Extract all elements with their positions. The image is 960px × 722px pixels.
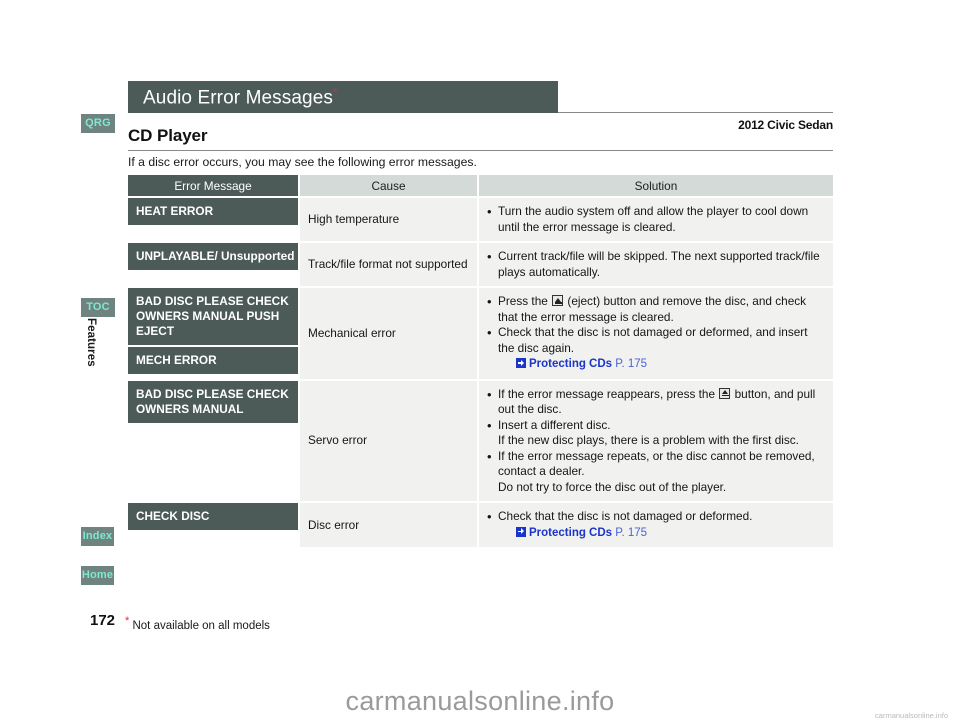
- section-title: CD Player: [128, 126, 208, 145]
- table-header-row: Error Message Cause Solution: [128, 175, 833, 196]
- cross-reference-label: Protecting CDs: [529, 526, 616, 539]
- bullet-text: Current track/file will be skipped. The …: [498, 249, 820, 279]
- error-messages-table: Error Message Cause Solution HEAT ERROR H…: [128, 175, 833, 549]
- cause-cell: Disc error: [300, 503, 477, 547]
- footnote-text: Not available on all models: [129, 619, 270, 632]
- error-message-cell: BAD DISC PLEASE CHECK OWNERS MANUAL: [128, 380, 298, 423]
- bullet-dot-icon: •: [487, 448, 492, 464]
- bullet-text: If the error message repeats, or the dis…: [498, 448, 815, 494]
- cross-reference-label: Protecting CDs: [529, 358, 616, 370]
- solution-cell: • Check that the disc is not damaged or d…: [479, 503, 833, 547]
- solution-bullet: • Turn the audio system off and allow the…: [487, 204, 823, 235]
- manual-page: QRG TOC Index Home Features Audio Error …: [0, 0, 960, 722]
- error-message-cell-group: BAD DISC PLEASE CHECK OWNERS MANUAL: [128, 380, 298, 502]
- bullet-text: If the error message reappears, press th…: [498, 386, 816, 417]
- bullet-dot-icon: •: [487, 294, 492, 309]
- solution-bullet: • If the error message reappears, press t…: [487, 387, 823, 418]
- table-row: UNPLAYABLE/ Unsupported Track/file format…: [128, 243, 833, 286]
- solution-bullet: • If the error message repeats, or the di…: [487, 449, 823, 496]
- cross-reference-link[interactable]: Protecting CDs P. 175: [516, 525, 647, 539]
- bullet-text: Turn the audio system off and allow the …: [498, 204, 809, 234]
- cell-spacer: [128, 225, 298, 241]
- error-message-cell: UNPLAYABLE/ Unsupported: [128, 243, 298, 270]
- bullet-dot-icon: •: [487, 325, 492, 340]
- eject-icon: [552, 295, 564, 306]
- error-message-cell: BAD DISC PLEASE CHECK OWNERS MANUAL PUSH…: [128, 288, 298, 345]
- page-title-banner: Audio Error Messages*: [128, 81, 558, 113]
- bullet-dot-icon: •: [487, 249, 492, 264]
- bullet-text: Check that the disc is not damaged or de…: [498, 325, 808, 370]
- table-row: HEAT ERROR High temperature • Turn the audi…: [128, 198, 833, 241]
- error-message-cell-group: CHECK DISC: [128, 503, 298, 547]
- bullet-subline: Do not try to force the disc out of the …: [498, 479, 727, 494]
- nav-button-qrg[interactable]: QRG: [81, 114, 115, 133]
- cause-cell: Servo error: [300, 380, 477, 501]
- solution-bullet: • Check that the disc is not damaged or d…: [487, 325, 823, 373]
- model-name: 2012 Civic Sedan: [738, 118, 833, 132]
- table-row: CHECK DISC Disc error • Check that the disc…: [128, 503, 833, 547]
- cause-cell: Track/file format not supported: [300, 243, 477, 286]
- solution-cell: • Current track/file will be skipped. The…: [479, 243, 833, 286]
- nav-button-toc[interactable]: TOC: [81, 298, 115, 317]
- column-header-solution: Solution: [479, 175, 833, 196]
- column-header-cause: Cause: [300, 175, 477, 196]
- nav-button-toc-label: TOC: [86, 301, 110, 313]
- solution-cell: • If the error message reappears, press t…: [479, 380, 833, 501]
- bullet-text: Press the (eject) button and remove the …: [498, 294, 807, 324]
- table-row: BAD DISC PLEASE CHECK OWNERS MANUAL PUSH…: [128, 288, 833, 379]
- nav-button-home-label: Home: [81, 569, 114, 581]
- section-tab-label: Features: [85, 318, 97, 367]
- bullet-dot-icon: •: [487, 386, 492, 402]
- bullet-dot-icon: •: [487, 204, 492, 219]
- cause-cell: High temperature: [300, 198, 477, 241]
- section-divider: [128, 150, 833, 151]
- footnote: * Not available on all models: [125, 615, 270, 632]
- cause-cell: Mechanical error: [300, 288, 477, 379]
- solution-cell: • Turn the audio system off and allow the…: [479, 198, 833, 241]
- header-divider: [558, 112, 833, 113]
- nav-button-qrg-label: QRG: [85, 117, 111, 129]
- solution-bullet: • Current track/file will be skipped. The…: [487, 249, 823, 280]
- bullet-dot-icon: •: [487, 417, 492, 433]
- column-header-error-message: Error Message: [128, 175, 298, 196]
- bullet-text: Check that the disc is not damaged or de…: [498, 509, 753, 539]
- bullet-text: Insert a different disc. If the new disc …: [498, 417, 799, 448]
- solution-bullet: • Check that the disc is not damaged or d…: [487, 509, 823, 541]
- nav-button-index[interactable]: Index: [81, 527, 114, 546]
- error-message-cell-group: BAD DISC PLEASE CHECK OWNERS MANUAL PUSH…: [128, 288, 298, 379]
- cross-reference-page: P. 175: [615, 358, 648, 370]
- jump-link-icon: [516, 358, 526, 368]
- bullet-subline: If the new disc plays, there is a proble…: [498, 433, 799, 447]
- watermark-small: carmanualsonline.info: [875, 711, 948, 720]
- error-message-cell: HEAT ERROR: [128, 198, 298, 225]
- error-message-cell-group: HEAT ERROR: [128, 198, 298, 241]
- cross-reference-page: P. 175: [615, 526, 648, 539]
- cell-spacer: [128, 423, 298, 502]
- title-asterisk: *: [332, 84, 338, 99]
- table-row: BAD DISC PLEASE CHECK OWNERS MANUAL Servo…: [128, 380, 833, 502]
- cell-spacer: [128, 530, 298, 547]
- solution-bullet: • Insert a different disc. If the new disc…: [487, 418, 823, 449]
- intro-text: If a disc error occurs, you may see the …: [128, 155, 477, 169]
- page-title: Audio Error Messages*: [143, 84, 338, 109]
- page-number: 172: [90, 612, 116, 629]
- solution-bullet: • Press the (eject) button and remove the…: [487, 294, 823, 325]
- error-message-cell-group: UNPLAYABLE/ Unsupported: [128, 243, 298, 286]
- nav-button-index-label: Index: [82, 530, 113, 542]
- bullet-dot-icon: •: [487, 509, 492, 524]
- error-message-cell: CHECK DISC: [128, 503, 298, 530]
- cross-reference-link[interactable]: Protecting CDs P. 175: [516, 356, 647, 370]
- eject-icon: [719, 387, 731, 399]
- error-message-cell: MECH ERROR: [128, 347, 298, 374]
- watermark: carmanualsonline.info: [345, 686, 615, 716]
- solution-cell: • Press the (eject) button and remove the…: [479, 288, 833, 379]
- cell-spacer: [128, 270, 298, 286]
- nav-button-home[interactable]: Home: [81, 566, 114, 585]
- jump-link-icon: [516, 526, 526, 537]
